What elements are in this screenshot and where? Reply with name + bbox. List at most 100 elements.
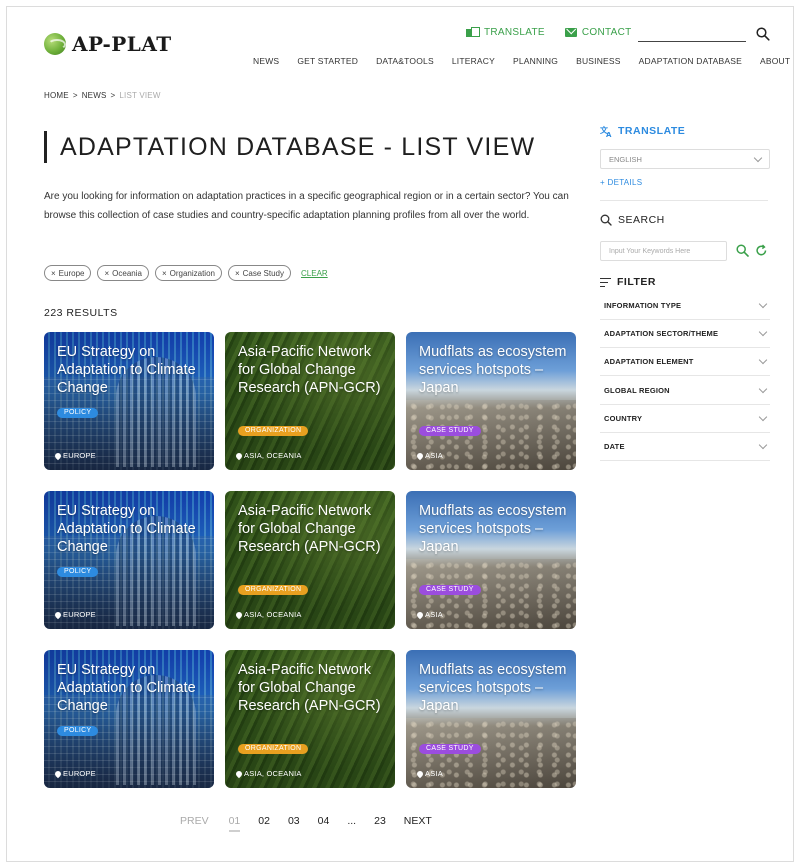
pin-icon (415, 451, 425, 460)
type-badge: ORGANIZATION (238, 426, 309, 436)
card-location: EUROPE (53, 769, 96, 778)
close-icon[interactable]: × (235, 269, 240, 278)
breadcrumb-home[interactable]: HOME (44, 91, 69, 100)
result-card[interactable]: Asia-Pacific Network for Global Change R… (225, 332, 395, 470)
filter-adaptation-sector[interactable]: ADAPTATION SECTOR/THEME (600, 320, 770, 348)
page-link-4[interactable]: 04 (318, 815, 330, 832)
translate-title: TRANSLATE (618, 125, 686, 137)
breadcrumb-news[interactable]: NEWS (82, 91, 107, 100)
card-location: ASIA (415, 451, 443, 460)
chip-label: Organization (169, 268, 215, 278)
page-link-3[interactable]: 03 (288, 815, 300, 832)
sidebar-translate-heading: 文 A TRANSLATE (600, 125, 685, 137)
type-badge: CASE STUDY (419, 426, 481, 436)
page-link-2[interactable]: 02 (258, 815, 270, 832)
clear-filters-link[interactable]: CLEAR (301, 269, 328, 278)
pin-icon (415, 769, 425, 778)
nav-item-news[interactable]: NEWS (253, 56, 279, 66)
filter-adaptation-element[interactable]: ADAPTATION ELEMENT (600, 348, 770, 376)
nav-item-business[interactable]: BUSINESS (576, 56, 621, 66)
details-link[interactable]: + DETAILS (600, 178, 642, 187)
filter-label: ADAPTATION SECTOR/THEME (604, 329, 719, 338)
type-badge: ORGANIZATION (238, 744, 309, 754)
nav-item-about[interactable]: ABOUT (760, 56, 790, 66)
filter-country[interactable]: COUNTRY (600, 405, 770, 433)
contact-link[interactable]: CONTACT (564, 27, 632, 38)
close-icon[interactable]: × (104, 269, 109, 278)
card-title: EU Strategy on Adaptation to Climate Cha… (57, 503, 196, 555)
page-title: ADAPTATION DATABASE - LIST VIEW (60, 133, 536, 161)
filter-label: COUNTRY (604, 414, 643, 423)
type-badge: CASE STUDY (419, 585, 481, 595)
result-card[interactable]: EU Strategy on Adaptation to Climate Cha… (44, 491, 214, 629)
search-icon (600, 214, 612, 226)
sidebar-search-heading: SEARCH (600, 214, 665, 226)
close-icon[interactable]: × (51, 269, 56, 278)
type-badge: ORGANIZATION (238, 585, 309, 595)
result-card[interactable]: EU Strategy on Adaptation to Climate Cha… (44, 650, 214, 788)
chevron-down-icon (758, 299, 768, 309)
keyword-search-input[interactable]: Input Your Keywords Here (600, 241, 727, 261)
mail-icon (564, 28, 577, 37)
result-card[interactable]: Mudflats as ecosystem services hotspots … (406, 491, 576, 629)
language-value: ENGLISH (609, 154, 642, 164)
nav-item-adaptation-database[interactable]: ADAPTATION DATABASE (639, 56, 742, 66)
card-location: ASIA (415, 769, 443, 778)
chip-label: Case Study (242, 268, 284, 278)
card-location: ASIA, OCEANIA (234, 451, 302, 460)
filter-chip[interactable]: × Oceania (97, 265, 149, 281)
header-search-input[interactable] (638, 41, 746, 42)
search-icon[interactable] (756, 27, 770, 41)
pin-icon (53, 451, 63, 460)
filter-label: INFORMATION TYPE (604, 301, 682, 310)
filter-information-type[interactable]: INFORMATION TYPE (600, 292, 770, 320)
page-link-1[interactable]: 01 (228, 815, 241, 832)
location-label: ASIA, OCEANIA (244, 769, 302, 778)
main-nav: NEWS GET STARTED DATA&TOOLS LITERACY PLA… (253, 56, 790, 66)
svg-text:A: A (606, 131, 612, 137)
filter-label: GLOBAL REGION (604, 386, 670, 395)
close-icon[interactable]: × (162, 269, 167, 278)
translate-icon: 文 A (600, 125, 612, 137)
card-location: ASIA (415, 610, 443, 619)
filter-chip[interactable]: × Organization (154, 265, 222, 281)
card-location: ASIA, OCEANIA (234, 769, 302, 778)
site-logo[interactable]: AP-PLAT (44, 32, 172, 56)
chevron-down-icon (758, 355, 768, 365)
top-links: TRANSLATE CONTACT (466, 27, 632, 38)
nav-item-data-tools[interactable]: DATA&TOOLS (376, 56, 434, 66)
reset-icon[interactable] (755, 244, 768, 257)
pin-icon (53, 769, 63, 778)
translate-link[interactable]: TRANSLATE (466, 27, 545, 38)
filter-label: ADAPTATION ELEMENT (604, 357, 694, 366)
type-badge: POLICY (57, 567, 99, 577)
location-label: EUROPE (63, 610, 96, 619)
location-label: ASIA, OCEANIA (244, 451, 302, 460)
nav-item-get-started[interactable]: GET STARTED (297, 56, 358, 66)
pin-icon (53, 610, 63, 619)
filter-global-region[interactable]: GLOBAL REGION (600, 377, 770, 405)
result-card[interactable]: Asia-Pacific Network for Global Change R… (225, 491, 395, 629)
pin-icon (234, 769, 244, 778)
nav-item-literacy[interactable]: LITERACY (452, 56, 495, 66)
translate-icon (466, 27, 480, 38)
result-card[interactable]: Mudflats as ecosystem services hotspots … (406, 650, 576, 788)
filter-chip[interactable]: × Case Study (227, 265, 291, 281)
location-label: ASIA (425, 769, 443, 778)
search-icon[interactable] (736, 244, 749, 257)
language-select[interactable]: ENGLISH (600, 149, 770, 169)
page-link-23[interactable]: 23 (374, 815, 386, 832)
filter-chip[interactable]: × Europe (44, 265, 92, 281)
filter-date[interactable]: DATE (600, 433, 770, 461)
type-badge: POLICY (57, 726, 99, 736)
breadcrumb-separator: > (72, 91, 78, 100)
result-card[interactable]: Asia-Pacific Network for Global Change R… (225, 650, 395, 788)
result-card[interactable]: EU Strategy on Adaptation to Climate Cha… (44, 332, 214, 470)
chip-label: Oceania (112, 268, 142, 278)
next-page-button[interactable]: NEXT (404, 815, 432, 832)
result-card[interactable]: Mudflats as ecosystem services hotspots … (406, 332, 576, 470)
nav-item-planning[interactable]: PLANNING (513, 56, 558, 66)
chip-label: Europe (58, 268, 85, 278)
card-location: ASIA, OCEANIA (234, 610, 302, 619)
prev-page-button[interactable]: PREV (180, 815, 209, 832)
